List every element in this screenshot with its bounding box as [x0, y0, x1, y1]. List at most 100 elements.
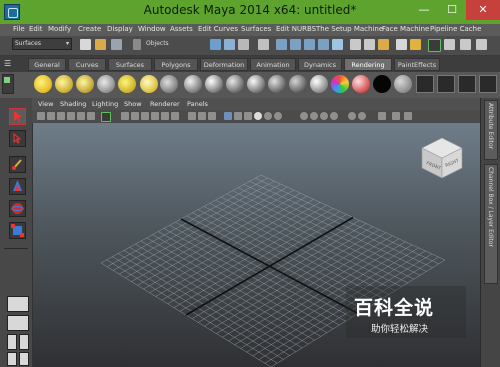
- render-view-icon[interactable]: [396, 39, 407, 50]
- field-chart-icon[interactable]: [151, 112, 159, 120]
- menu-surfaces[interactable]: Surfaces: [241, 25, 271, 33]
- move-tool-icon[interactable]: [9, 178, 26, 195]
- default-material-icon[interactable]: [224, 112, 232, 120]
- two-d-pan-icon[interactable]: [77, 112, 85, 120]
- camera-icon[interactable]: [160, 75, 178, 93]
- shelf-tab-general[interactable]: General: [28, 58, 66, 71]
- depth-of-field-icon[interactable]: [330, 112, 338, 120]
- menu-set-select[interactable]: Surfaces: [12, 38, 72, 50]
- shelf-tab-deformation[interactable]: Deformation: [200, 58, 248, 71]
- shelf-tab-painteffects[interactable]: PaintEffects: [394, 58, 440, 71]
- ramp-shader-icon[interactable]: [331, 75, 349, 93]
- lambert-shader-icon[interactable]: [226, 75, 244, 93]
- shelf-tab-surfaces[interactable]: Surfaces: [108, 58, 152, 71]
- select-by-type-icon[interactable]: [224, 39, 235, 50]
- smooth-shade-icon[interactable]: [198, 112, 206, 120]
- menu-face-machine[interactable]: Face Machine: [382, 25, 429, 33]
- maximize-button[interactable]: ☐: [438, 0, 466, 20]
- view-cube[interactable]: FRONT RIGHT: [418, 134, 466, 182]
- close-button[interactable]: ✕: [466, 0, 500, 20]
- film-gate-icon[interactable]: [121, 112, 129, 120]
- bookmarks-icon[interactable]: [57, 112, 65, 120]
- safe-action-icon[interactable]: [161, 112, 169, 120]
- panel-menu-panels[interactable]: Panels: [187, 100, 208, 108]
- panel-menu-shading[interactable]: Shading: [60, 100, 86, 108]
- select-by-hierarchy-icon[interactable]: [210, 39, 221, 50]
- menu-window[interactable]: Window: [138, 25, 166, 33]
- resolution-gate-icon[interactable]: [131, 112, 139, 120]
- layout-side-by-side-icon[interactable]: [7, 334, 17, 350]
- anti-aliasing-icon[interactable]: [320, 112, 328, 120]
- image-plane-icon[interactable]: [67, 112, 75, 120]
- panel-menu-view[interactable]: View: [38, 100, 53, 108]
- attribute-editor-tab[interactable]: Attribute Editor: [484, 100, 498, 160]
- wireframe-on-shaded-icon[interactable]: [208, 112, 216, 120]
- panel-menu-renderer[interactable]: Renderer: [150, 100, 180, 108]
- save-scene-icon[interactable]: [111, 39, 122, 50]
- wireframe-icon[interactable]: [188, 112, 196, 120]
- phonge-shader-icon[interactable]: [310, 75, 328, 93]
- use-all-lights-icon[interactable]: [254, 112, 262, 120]
- snap-curve-icon[interactable]: [290, 39, 301, 50]
- layout-hypershade-icon[interactable]: [19, 352, 29, 366]
- scale-tool-icon[interactable]: [9, 222, 26, 239]
- isolate-select-icon[interactable]: [348, 112, 356, 120]
- panel-menu-show[interactable]: Show: [124, 100, 142, 108]
- select-camera-icon[interactable]: [37, 112, 45, 120]
- volume-light-icon[interactable]: [140, 75, 158, 93]
- shelf-tab-animation[interactable]: Animation: [250, 58, 296, 71]
- menu-file[interactable]: File: [13, 25, 25, 33]
- high-quality-icon[interactable]: [274, 112, 282, 120]
- layered-shader-icon[interactable]: [247, 75, 265, 93]
- ipr-render-current-frame-icon[interactable]: [437, 75, 455, 93]
- render-settings-icon[interactable]: [444, 39, 455, 50]
- layout-single-pane-icon[interactable]: [7, 296, 29, 312]
- shelf-tab-dynamics[interactable]: Dynamics: [298, 58, 342, 71]
- spot-light-icon[interactable]: [97, 75, 115, 93]
- paint-select-tool-icon[interactable]: [9, 156, 26, 173]
- hypershade-icon[interactable]: [460, 39, 471, 50]
- objects-mode-label[interactable]: Objects: [146, 40, 169, 47]
- hypershade-shelf-icon[interactable]: [479, 75, 497, 93]
- xray-active-components-icon[interactable]: [378, 112, 386, 120]
- grease-pencil-icon[interactable]: [87, 112, 95, 120]
- snap-point-icon[interactable]: [304, 39, 315, 50]
- point-light-icon[interactable]: [76, 75, 94, 93]
- menu-display[interactable]: Display: [107, 25, 133, 33]
- menu-create[interactable]: Create: [78, 25, 101, 33]
- rotate-tool-icon[interactable]: [9, 200, 26, 217]
- motion-blur-icon[interactable]: [310, 112, 318, 120]
- render-frame-icon[interactable]: [410, 39, 421, 50]
- selection-mode-icon[interactable]: [133, 39, 141, 50]
- shelf-tab-polygons[interactable]: Polygons: [154, 58, 198, 71]
- channel-box-tab[interactable]: Channel Box / Layer Editor: [484, 164, 498, 284]
- select-tool-icon[interactable]: [9, 108, 26, 125]
- shelf-menu-icon[interactable]: ☰: [4, 60, 12, 68]
- menu-edit[interactable]: Edit: [29, 25, 43, 33]
- panel-menu-lighting[interactable]: Lighting: [92, 100, 118, 108]
- lasso-tool-icon[interactable]: [9, 130, 26, 147]
- menu-edit-curves[interactable]: Edit Curves: [198, 25, 238, 33]
- ocean-shader-icon[interactable]: [268, 75, 286, 93]
- anisotropic-shader-icon[interactable]: [184, 75, 202, 93]
- directional-light-icon[interactable]: [55, 75, 73, 93]
- ipr-render-icon[interactable]: [428, 39, 441, 52]
- panel-options-icon[interactable]: [404, 112, 412, 120]
- render-settings-shelf-icon[interactable]: [458, 75, 476, 93]
- phong-shader-icon[interactable]: [289, 75, 307, 93]
- render-current-frame-icon[interactable]: [416, 75, 434, 93]
- use-background-icon[interactable]: [394, 75, 412, 93]
- minimize-button[interactable]: —: [410, 0, 438, 20]
- x-ray-icon[interactable]: [234, 112, 242, 120]
- safe-title-icon[interactable]: [171, 112, 179, 120]
- blinn-shader-icon[interactable]: [205, 75, 223, 93]
- menu-modify[interactable]: Modify: [48, 25, 71, 33]
- shelf-tab-rendering[interactable]: Rendering: [344, 58, 392, 71]
- shading-map-icon[interactable]: [352, 75, 370, 93]
- menu-assets[interactable]: Assets: [170, 25, 193, 33]
- shelf-tab-curves[interactable]: Curves: [68, 58, 106, 71]
- ambient-occlusion-icon[interactable]: [300, 112, 308, 120]
- snap-grid-icon[interactable]: [276, 39, 287, 50]
- select-by-component-icon[interactable]: [238, 39, 249, 50]
- open-scene-icon[interactable]: [95, 39, 106, 50]
